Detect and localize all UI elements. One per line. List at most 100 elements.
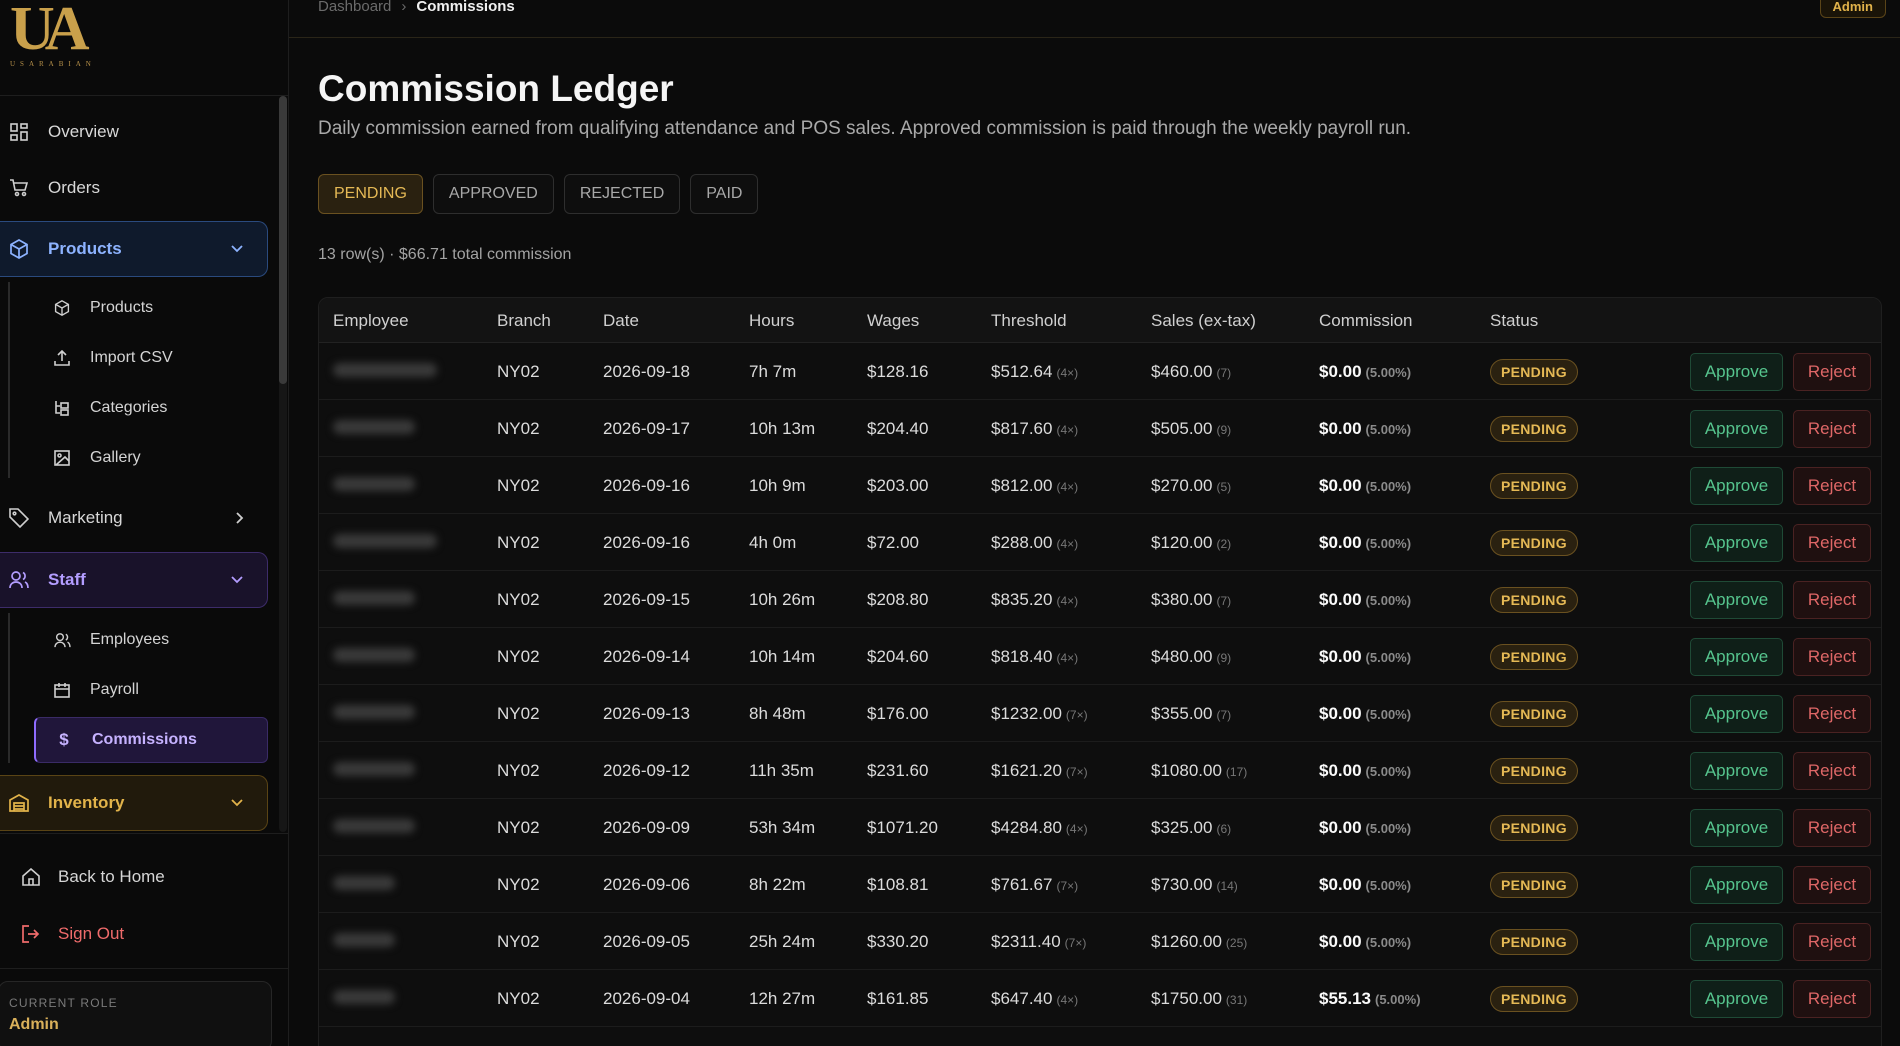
reject-button[interactable]: Reject [1793,467,1871,505]
sidebar-item-gallery[interactable]: Gallery [34,435,268,481]
tree-icon [52,400,72,416]
sidebar-item-label: Employees [90,631,170,648]
reject-button[interactable]: Reject [1793,809,1871,847]
reject-button[interactable]: Reject [1793,923,1871,961]
reject-button[interactable]: Reject [1793,524,1871,562]
sales-value: $270.00 [1151,476,1213,495]
approve-button[interactable]: Approve [1690,467,1783,505]
scrollbar-thumb[interactable] [279,96,287,384]
reject-button[interactable]: Reject [1793,638,1871,676]
sidebar-item-products[interactable]: Products [34,285,268,331]
table-row: NY02 2026-09-05 25h 24m $330.20 $2311.40 (7×)… [319,913,1881,970]
commission-value: $0.00 [1319,818,1362,837]
commission-value: $0.00 [1319,647,1362,666]
employee-name-redacted [333,363,437,377]
approve-button[interactable]: Approve [1690,866,1783,904]
sidebar-item-commissions[interactable]: $ Commissions [34,717,268,763]
cell-sales: $120.00 (2) [1151,533,1231,553]
column-header-sales[interactable]: Sales (ex-tax) [1151,311,1256,331]
brand-logo[interactable]: UA USARABIAN [0,0,288,96]
column-header-branch[interactable]: Branch [497,311,551,331]
commission-rate: (5.00%) [1365,365,1412,380]
approve-button[interactable]: Approve [1690,809,1783,847]
commission-value: $0.00 [1319,419,1362,438]
tab-paid[interactable]: PAID [690,174,759,214]
reject-button[interactable]: Reject [1793,581,1871,619]
tab-approved[interactable]: APPROVED [432,174,554,214]
chevron-down-icon [231,576,243,584]
approve-button[interactable]: Approve [1690,752,1783,790]
threshold-multiplier: (4×) [1056,366,1079,380]
approve-button[interactable]: Approve [1690,980,1783,1018]
back-to-home-link[interactable]: Back to Home [0,852,270,902]
tab-rejected[interactable]: REJECTED [563,174,681,214]
sidebar-group-marketing[interactable]: Marketing [0,490,268,546]
commission-value: $0.00 [1319,704,1362,723]
column-header-date[interactable]: Date [603,311,639,331]
cell-sales: $380.00 (7) [1151,590,1231,610]
products-sub-rail [8,282,10,478]
column-header-threshold[interactable]: Threshold [991,311,1067,331]
reject-button[interactable]: Reject [1793,752,1871,790]
approve-button[interactable]: Approve [1690,353,1783,391]
column-header-status[interactable]: Status [1490,311,1538,331]
commission-value: $0.00 [1319,875,1362,894]
sidebar-group-inventory[interactable]: Inventory [0,775,268,831]
cell-date: 2026-09-12 [603,761,690,780]
column-header-employee[interactable]: Employee [333,311,409,331]
reject-button[interactable]: Reject [1793,695,1871,733]
cell-commission: $0.00 (5.00%) [1319,533,1411,553]
approve-button[interactable]: Approve [1690,524,1783,562]
sales-value: $460.00 [1151,362,1213,381]
sign-out-link[interactable]: Sign Out [0,909,270,959]
column-header-wages[interactable]: Wages [867,311,919,331]
threshold-multiplier: (4×) [1065,822,1088,836]
threshold-multiplier: (4×) [1056,594,1079,608]
status-badge: PENDING [1490,815,1578,841]
table-row: NY02 2026-09-14 10h 14m $204.60 $818.40 (4×) $… [319,628,1881,685]
sidebar-item-label: Import CSV [90,349,173,366]
breadcrumb-dashboard[interactable]: Dashboard [318,0,391,15]
tab-pending[interactable]: PENDING [318,174,423,214]
reject-button[interactable]: Reject [1793,866,1871,904]
approve-button[interactable]: Approve [1690,923,1783,961]
approve-button[interactable]: Approve [1690,695,1783,733]
sidebar-group-products[interactable]: Products [0,221,268,277]
sidebar-item-overview[interactable]: Overview [0,104,268,160]
commission-value: $0.00 [1319,932,1362,951]
sidebar-item-employees[interactable]: Employees [34,617,268,663]
employee-name-redacted [333,819,415,833]
employee-name-redacted [333,648,415,662]
sidebar-item-orders[interactable]: Orders [0,160,268,216]
sidebar-item-categories[interactable]: Categories [34,385,268,431]
threshold-multiplier: (7×) [1056,879,1079,893]
reject-button[interactable]: Reject [1793,353,1871,391]
admin-chip[interactable]: Admin [1819,0,1886,18]
reject-button[interactable]: Reject [1793,410,1871,448]
threshold-value: $835.20 [991,590,1053,609]
cell-threshold: $288.00 (4×) [991,533,1078,553]
sidebar-group-staff[interactable]: Staff [0,552,268,608]
commission-value: $0.00 [1319,476,1362,495]
sidebar-scrollbar[interactable] [279,96,287,832]
sidebar-item-import-csv[interactable]: Import CSV [34,335,268,381]
cell-hours: 10h 9m [749,476,806,495]
column-header-hours[interactable]: Hours [749,311,794,331]
cell-branch: NY02 [497,362,540,381]
approve-button[interactable]: Approve [1690,638,1783,676]
approve-button[interactable]: Approve [1690,581,1783,619]
commission-rate: (5.00%) [1365,764,1412,779]
threshold-value: $2311.40 [991,932,1061,951]
reject-button[interactable]: Reject [1793,980,1871,1018]
employee-name-redacted [333,705,415,719]
sales-count: (7) [1216,708,1232,722]
sales-count: (9) [1216,651,1232,665]
column-header-commission[interactable]: Commission [1319,311,1413,331]
sales-count: (14) [1216,879,1238,893]
sidebar-item-payroll[interactable]: Payroll [34,667,268,713]
approve-button[interactable]: Approve [1690,410,1783,448]
chevron-right-icon [236,512,244,524]
table-row: NY02 2026-09-09 53h 34m $1071.20 $4284.80 (4×… [319,799,1881,856]
chevron-down-icon [231,245,243,253]
cell-date: 2026-09-04 [603,989,690,1008]
